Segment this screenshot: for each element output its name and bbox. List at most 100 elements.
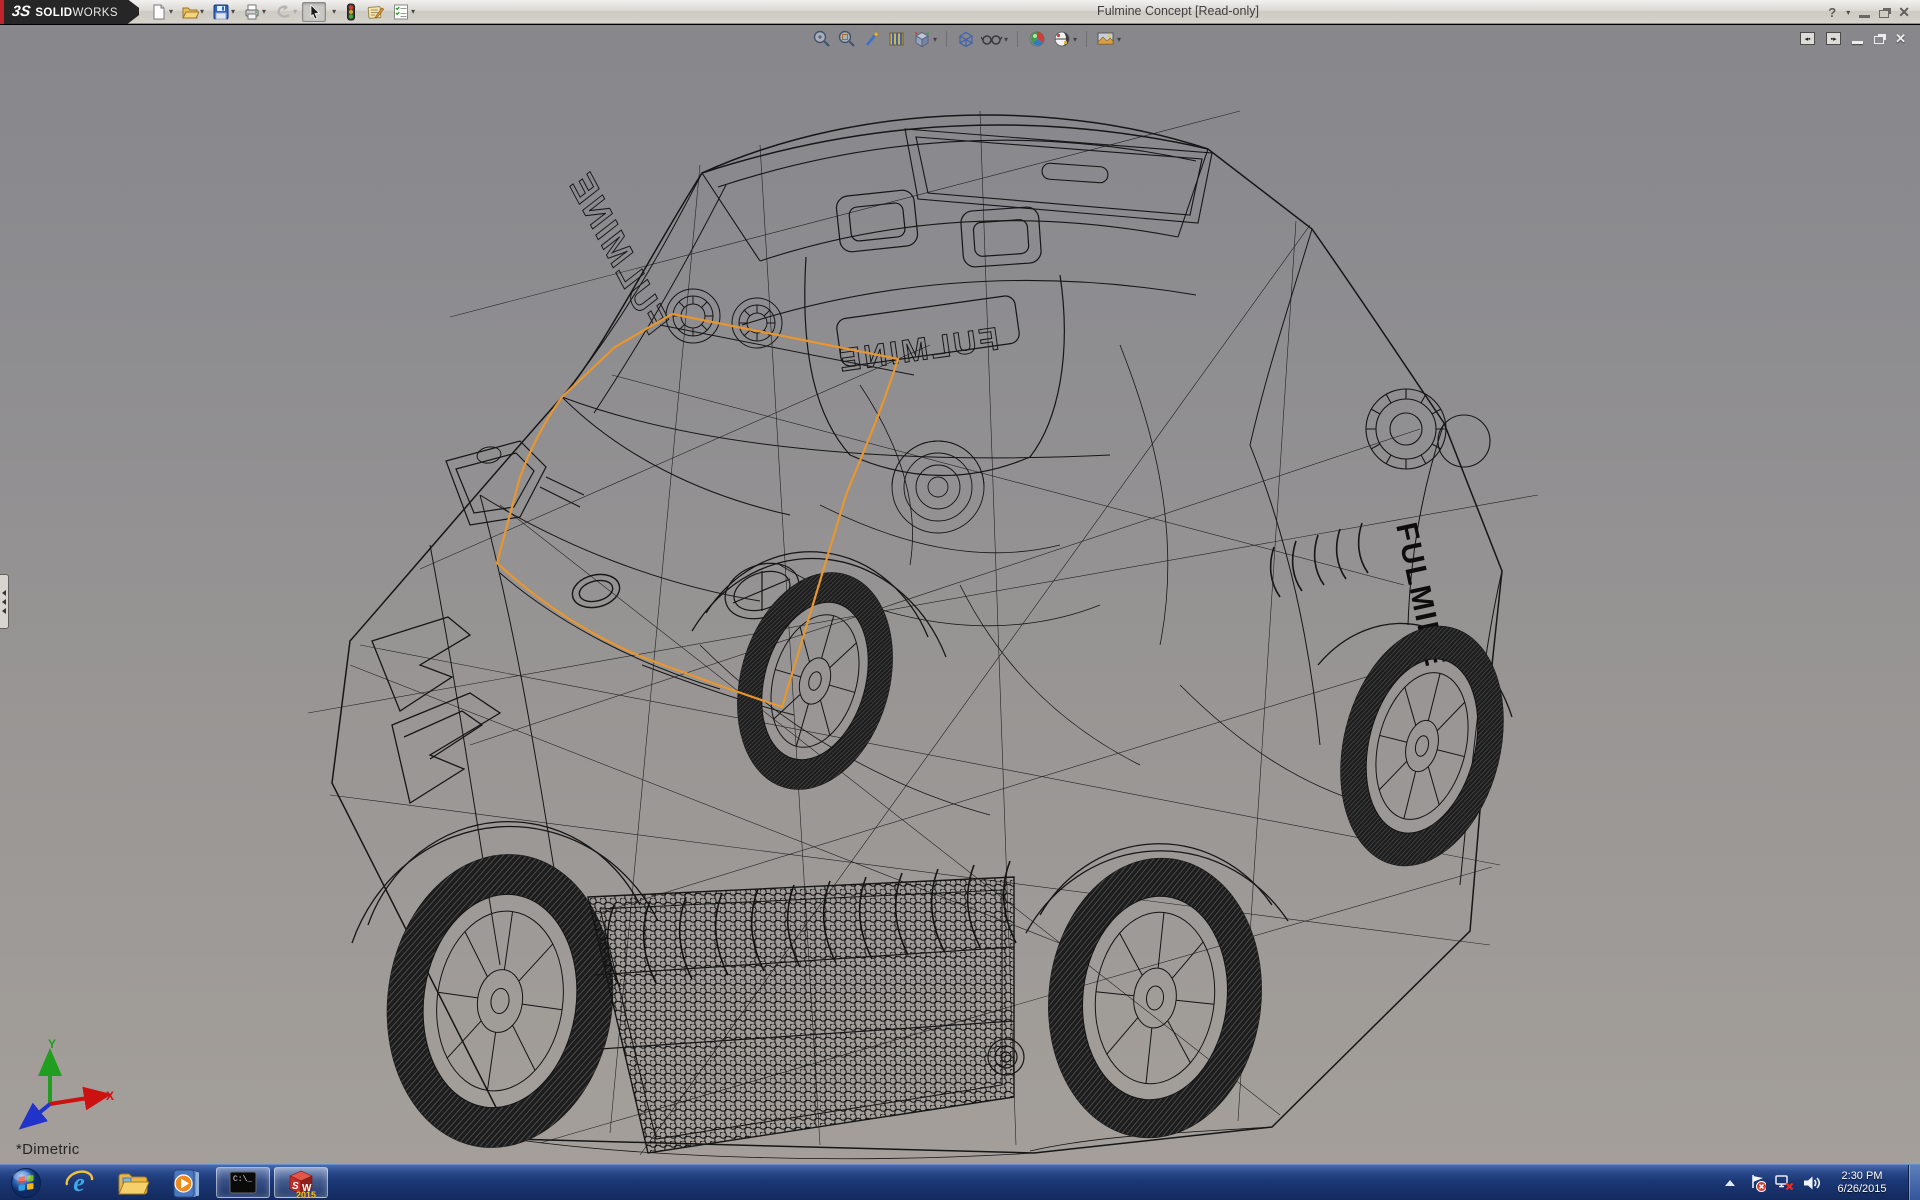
close-button[interactable]: ✕ <box>1898 5 1910 19</box>
chevron-down-icon[interactable]: ▾ <box>1846 8 1850 17</box>
menu-flyout-tab[interactable] <box>128 0 139 24</box>
taskbar-item-solidworks-2015[interactable]: S W 2015 <box>274 1167 328 1198</box>
view-orientation-label: *Dimetric <box>16 1141 80 1158</box>
speaker-icon <box>1802 1173 1820 1193</box>
show-desktop-button[interactable] <box>1908 1165 1920 1200</box>
performance-button[interactable] <box>341 2 361 22</box>
highlighted-sketch <box>497 314 898 707</box>
triad-z-axis <box>28 1104 50 1122</box>
headsup-view-toolbar: ▾ ▾ ▾ ▾ <box>812 29 1121 49</box>
print-button[interactable]: ▾ <box>240 2 269 22</box>
options-button[interactable]: ▾ <box>389 2 418 22</box>
chevron-down-icon[interactable]: ▾ <box>262 7 266 16</box>
options-checklist-icon <box>392 3 410 21</box>
help-button[interactable]: ? <box>1828 6 1836 19</box>
taskbar: e <box>0 1164 1920 1200</box>
open-button[interactable]: ▾ <box>178 2 207 22</box>
wireframe-cube-icon <box>956 29 976 49</box>
triad-x-label: X <box>106 1089 114 1103</box>
sw-year-label: 2015 <box>296 1190 316 1199</box>
internet-explorer-icon: e <box>64 1168 94 1198</box>
tray-clock[interactable]: 2:30 PM 6/26/2015 <box>1829 1170 1895 1196</box>
folder-icon <box>117 1169 149 1197</box>
new-document-button[interactable]: ▾ <box>147 2 176 22</box>
display-style-icon <box>912 29 932 49</box>
save-button[interactable]: ▾ <box>209 2 238 22</box>
doc-restore-button[interactable] <box>1874 36 1884 44</box>
zoom-to-fit-button[interactable] <box>812 29 832 49</box>
standard-toolbar: ▾ ▾ ▾ ▾ ▾ ▾ <box>147 2 418 22</box>
select-dropdown[interactable]: ▾ <box>328 2 339 22</box>
tray-time: 2:30 PM <box>1829 1170 1895 1183</box>
titlebar: 3S SOLIDWORKS ▾ ▾ ▾ ▾ ▾ <box>0 0 1920 24</box>
zoom-to-fit-icon <box>812 29 832 49</box>
windows-start-icon <box>10 1167 42 1199</box>
undo-button[interactable]: ▾ <box>271 2 300 22</box>
restore-button[interactable] <box>1879 10 1889 18</box>
chevron-down-icon[interactable]: ▾ <box>200 7 204 16</box>
chevron-down-icon[interactable]: ▾ <box>1117 35 1121 44</box>
section-view-button[interactable] <box>862 29 882 49</box>
command-prompt-icon: C:\_ <box>229 1171 257 1195</box>
chevron-down-icon[interactable]: ▾ <box>1073 35 1077 44</box>
view-settings-button[interactable]: ▾ <box>1096 29 1121 49</box>
tray-date: 6/26/2015 <box>1829 1183 1895 1196</box>
network-disconnected-icon <box>1775 1173 1793 1193</box>
network-status-button[interactable] <box>1775 1174 1793 1192</box>
note-edit-icon <box>366 3 384 21</box>
wireframe-lines: FULMINE FULMINE FULMINE <box>308 111 1538 1162</box>
display-style-button[interactable]: ▾ <box>912 29 937 49</box>
chevron-down-icon[interactable]: ▾ <box>1004 35 1008 44</box>
taskbar-item-internet-explorer[interactable]: e <box>52 1165 106 1200</box>
start-button[interactable] <box>0 1165 52 1200</box>
action-center-button[interactable] <box>1748 1174 1766 1192</box>
chevron-left-icon <box>2 608 6 614</box>
view-orientation-button[interactable] <box>887 29 907 49</box>
chevron-up-icon <box>1724 1178 1736 1188</box>
view-settings-icon <box>1096 29 1116 49</box>
model-badge-text: FULMINE <box>834 320 1001 378</box>
chevron-down-icon[interactable]: ▾ <box>332 7 336 16</box>
window-controls: ? ▾ ✕ <box>1828 0 1910 24</box>
system-tray: 2:30 PM 6/26/2015 <box>1721 1165 1920 1200</box>
chevron-down-icon[interactable]: ▾ <box>933 35 937 44</box>
chevron-down-icon[interactable]: ▾ <box>231 7 235 16</box>
apply-scene-button[interactable]: ▾ <box>1052 29 1077 49</box>
flag-alert-icon <box>1748 1173 1766 1193</box>
taskbar-item-media-player[interactable] <box>160 1165 214 1200</box>
volume-button[interactable] <box>1802 1174 1820 1192</box>
taskbar-item-command-prompt[interactable]: C:\_ <box>216 1167 270 1198</box>
hide-show-items-button[interactable]: ▾ <box>981 29 1008 49</box>
solidworks-window: 3S SOLIDWORKS ▾ ▾ ▾ ▾ ▾ <box>0 0 1920 1200</box>
doc-minimize-button[interactable] <box>1852 41 1863 44</box>
select-tool-button[interactable] <box>302 2 326 22</box>
select-cursor-icon <box>305 3 323 21</box>
toolbar-separator <box>1017 31 1018 47</box>
solidworks-logo: 3S SOLIDWORKS <box>0 0 128 24</box>
wireframe-car-model[interactable]: FULMINE FULMINE FULMINE <box>0 25 1920 1164</box>
next-pane-button[interactable]: ▪▸ <box>1826 32 1841 45</box>
chevron-down-icon[interactable]: ▾ <box>411 7 415 16</box>
taskbar-item-windows-explorer[interactable] <box>106 1165 160 1200</box>
minimize-button[interactable] <box>1859 15 1870 18</box>
wireframe-display-button[interactable] <box>956 29 976 49</box>
chevron-down-icon[interactable]: ▾ <box>293 7 297 16</box>
taskbar-items: e <box>0 1165 330 1200</box>
graphics-viewport[interactable]: FULMINE FULMINE FULMINE <box>0 25 1920 1164</box>
zoom-to-area-icon <box>837 29 857 49</box>
appearance-sphere-icon <box>1027 29 1047 49</box>
chevron-down-icon[interactable]: ▾ <box>169 7 173 16</box>
panel-collapse-tab[interactable] <box>0 574 9 629</box>
reference-triad: Y X <box>18 1038 114 1130</box>
annotation-button[interactable] <box>363 2 387 22</box>
doc-close-button[interactable]: ✕ <box>1895 32 1906 45</box>
show-hidden-icons-button[interactable] <box>1721 1174 1739 1192</box>
edit-appearance-button[interactable] <box>1027 29 1047 49</box>
new-document-icon <box>150 3 168 21</box>
open-folder-icon <box>181 3 199 21</box>
traffic-light-icon <box>344 3 358 21</box>
zoom-to-area-button[interactable] <box>837 29 857 49</box>
toolbar-separator <box>1086 31 1087 47</box>
chevron-left-icon <box>2 590 6 596</box>
previous-pane-button[interactable]: ◂▪ <box>1800 32 1815 45</box>
